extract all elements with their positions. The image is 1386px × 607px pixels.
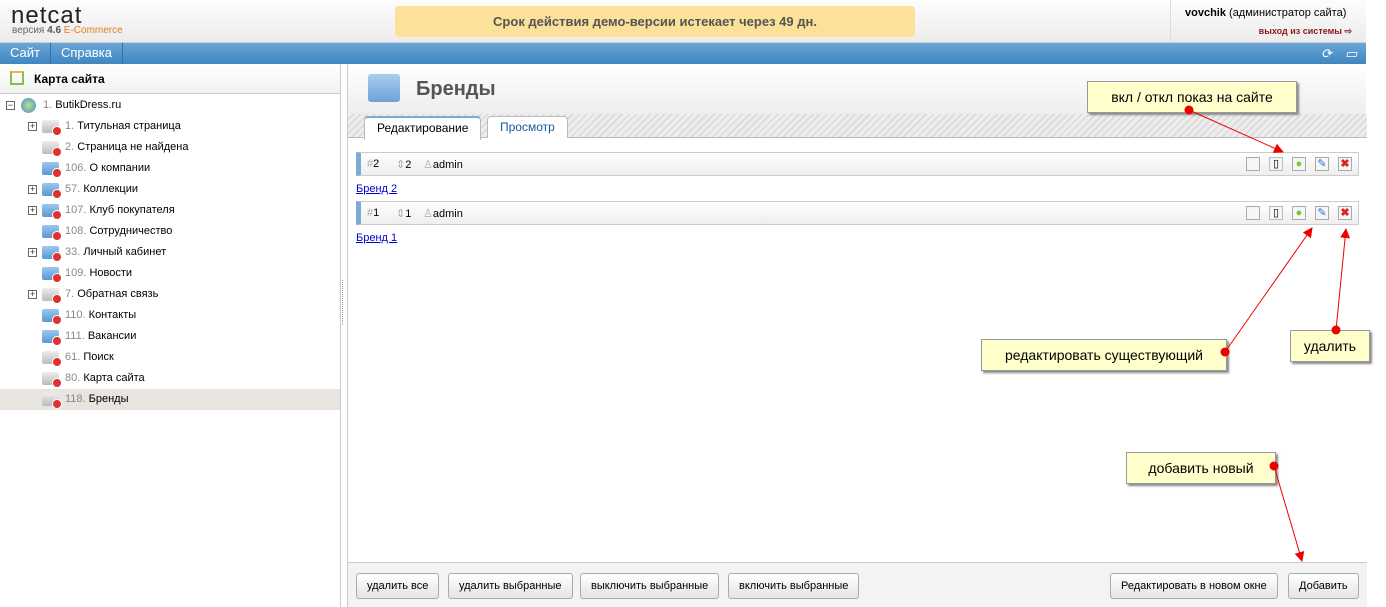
sidebar: Карта сайта −1. ButikDress.ru +1. Титульн… — [0, 64, 341, 607]
bottom-toolbar: удалить все удалить выбранные выключить … — [348, 562, 1367, 607]
edit-icon[interactable]: ✎ — [1315, 206, 1329, 220]
edit-new-window-button[interactable]: Редактировать в новом окне — [1110, 573, 1278, 599]
folder-icon — [42, 162, 62, 178]
record-row: #1 ⇕1 ♙admin ▯ ● ✎ ✖ — [356, 201, 1359, 225]
copy-icon[interactable]: ▯ — [1269, 157, 1283, 171]
menu-site[interactable]: Сайт — [0, 43, 51, 64]
folder-icon — [42, 246, 62, 262]
logout-link[interactable]: выход из системы ⇨ — [1259, 26, 1352, 37]
record-link[interactable]: Бренд 2 — [356, 183, 397, 195]
folder-icon — [42, 267, 62, 283]
folder-icon — [42, 183, 62, 199]
menu-help[interactable]: Справка — [51, 43, 123, 64]
select-checkbox[interactable] — [1246, 157, 1260, 171]
expand-icon[interactable]: + — [28, 206, 37, 215]
tree-item[interactable]: 2. Страница не найдена — [0, 137, 340, 158]
folder-icon — [42, 120, 62, 136]
user-icon: ♙ — [423, 159, 433, 171]
tree-item[interactable]: 61. Поиск — [0, 347, 340, 368]
expand-icon[interactable]: + — [28, 248, 37, 257]
expand-icon[interactable]: + — [28, 185, 37, 194]
delete-icon[interactable]: ✖ — [1338, 206, 1352, 220]
folder-icon — [42, 351, 62, 367]
page-title: Бренды — [416, 78, 496, 100]
copy-icon[interactable]: ▯ — [1269, 206, 1283, 220]
user-info: vovchik (администратор сайта) выход из с… — [1170, 0, 1366, 43]
demo-notice: Срок действия демо-версии истекает через… — [395, 6, 915, 37]
tab-bar: Редактирование Просмотр — [348, 114, 1367, 140]
callout-delete: удалить — [1290, 330, 1370, 362]
callout-add: добавить новый — [1126, 452, 1276, 484]
tree-item[interactable]: +57. Коллекции — [0, 179, 340, 200]
disable-selected-button[interactable]: выключить выбранные — [580, 573, 720, 599]
folder-icon — [42, 393, 62, 409]
expand-icon[interactable]: + — [28, 122, 37, 131]
tab-view[interactable]: Просмотр — [487, 116, 568, 138]
toggle-visibility-icon[interactable]: ● — [1292, 206, 1306, 220]
version-info: версия 4.6 E-Commerce — [12, 25, 123, 36]
delete-all-button[interactable]: удалить все — [356, 573, 440, 599]
main-panel: Бренды Редактирование Просмотр #2 ⇕2 ♙ad… — [347, 64, 1367, 607]
folder-icon — [42, 372, 62, 388]
edit-icon[interactable]: ✎ — [1315, 157, 1329, 171]
folder-icon — [42, 225, 62, 241]
tree-item[interactable]: +7. Обратная связь — [0, 284, 340, 305]
expand-icon[interactable]: + — [28, 290, 37, 299]
splitter-handle[interactable] — [342, 280, 344, 325]
add-button[interactable]: Добавить — [1288, 573, 1359, 599]
folder-icon — [42, 330, 62, 346]
toggle-visibility-icon[interactable]: ● — [1292, 157, 1306, 171]
sidebar-header: Карта сайта — [0, 64, 340, 94]
tree-item[interactable]: 110. Контакты — [0, 305, 340, 326]
tree-item[interactable]: +107. Клуб покупателя — [0, 200, 340, 221]
collapse-icon[interactable]: − — [6, 101, 15, 110]
user-icon: ♙ — [423, 208, 433, 220]
record-row: #2 ⇕2 ♙admin ▯ ● ✎ ✖ — [356, 152, 1359, 176]
folder-icon — [42, 141, 62, 157]
enable-selected-button[interactable]: включить выбранные — [728, 573, 860, 599]
delete-icon[interactable]: ✖ — [1338, 157, 1352, 171]
tree-item[interactable]: 111. Вакансии — [0, 326, 340, 347]
tree-item[interactable]: 118. Бренды — [0, 389, 340, 410]
folder-icon — [42, 204, 62, 220]
record-link[interactable]: Бренд 1 — [356, 232, 397, 244]
main-menu: Сайт Справка ⟳ ▭ — [0, 43, 1366, 64]
select-checkbox[interactable] — [1246, 206, 1260, 220]
sitemap-icon — [10, 71, 24, 85]
top-bar: netcat версия 4.6 E-Commerce Срок действ… — [0, 0, 1366, 43]
tree-item[interactable]: +33. Личный кабинет — [0, 242, 340, 263]
folder-icon — [368, 74, 400, 102]
folder-icon — [42, 309, 62, 325]
delete-selected-button[interactable]: удалить выбранные — [448, 573, 573, 599]
tree-item[interactable]: +1. Титульная страница — [0, 116, 340, 137]
refresh-icon[interactable]: ⟳ — [1321, 46, 1332, 62]
chat-icon[interactable]: ▭ — [1345, 46, 1357, 62]
tree-item[interactable]: 80. Карта сайта — [0, 368, 340, 389]
tree-item[interactable]: 106. О компании — [0, 158, 340, 179]
globe-icon — [21, 98, 36, 113]
callout-edit: редактировать существующий — [981, 339, 1227, 371]
callout-toggle: вкл / откл показ на сайте — [1087, 81, 1297, 113]
folder-icon — [42, 288, 62, 304]
tree-root[interactable]: −1. ButikDress.ru — [0, 95, 340, 116]
tree-item[interactable]: 109. Новости — [0, 263, 340, 284]
tab-edit[interactable]: Редактирование — [364, 116, 482, 140]
tree-item[interactable]: 108. Сотрудничество — [0, 221, 340, 242]
